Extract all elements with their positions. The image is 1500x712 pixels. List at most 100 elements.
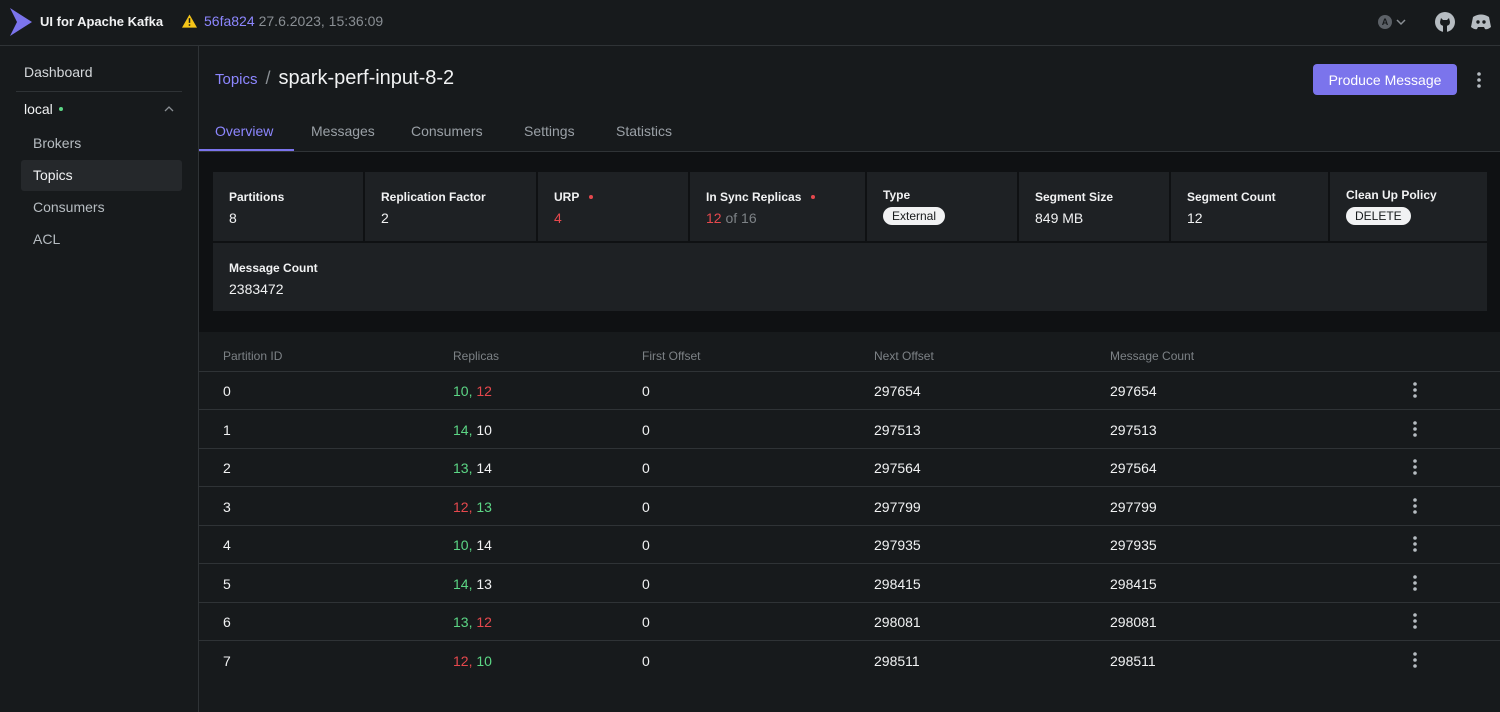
first-offset: 0 — [642, 576, 650, 592]
replica-id: 14, — [453, 422, 473, 438]
breadcrumb-topics-link[interactable]: Topics — [215, 71, 258, 88]
column-header-partition-id: Partition ID — [223, 349, 283, 363]
type-badge: External — [883, 207, 946, 225]
replica-id: 13, — [453, 614, 473, 630]
column-header-message-count: Message Count — [1110, 349, 1195, 363]
more-vertical-icon[interactable] — [1406, 457, 1424, 477]
cluster-online-dot — [58, 107, 63, 111]
isr-count: 12 — [706, 210, 722, 226]
app-title[interactable]: UI for Apache Kafka — [40, 14, 163, 29]
topic-tabs: Overview Messages Consumers Settings Sta… — [199, 110, 1500, 152]
sidebar-item-dashboard[interactable]: Dashboard — [24, 64, 93, 80]
replica-id: 14, — [453, 576, 473, 592]
discord-icon[interactable] — [1470, 11, 1492, 33]
tab-messages[interactable]: Messages — [311, 123, 375, 139]
more-vertical-icon[interactable] — [1470, 70, 1488, 90]
replicas: 13, 12 — [453, 614, 492, 630]
replica-id: 10, — [453, 383, 473, 399]
isr-total: of 16 — [721, 210, 757, 226]
more-vertical-icon[interactable] — [1406, 611, 1424, 631]
message-count: 298511 — [1110, 653, 1156, 669]
chevron-up-icon[interactable] — [164, 105, 174, 113]
table-row: 4 10, 14 0 297935 297935 — [199, 526, 1500, 564]
replica-id: 13, — [453, 460, 473, 476]
produce-message-button[interactable]: Produce Message — [1313, 64, 1457, 95]
replicas: 14, 13 — [453, 576, 492, 592]
partition-id: 0 — [223, 383, 231, 399]
sidebar-item-acl[interactable]: ACL — [21, 224, 182, 255]
stat-in-sync-replicas: In Sync Replicas 12 of 16 — [690, 172, 865, 241]
github-icon[interactable] — [1434, 11, 1456, 33]
more-vertical-icon[interactable] — [1406, 534, 1424, 554]
stat-clean-up-policy: Clean Up Policy DELETE — [1330, 172, 1487, 241]
replica-id: 14 — [476, 537, 492, 553]
top-navbar: UI for Apache Kafka 56fa824 27.6.2023, 1… — [0, 0, 1500, 46]
active-tab-indicator — [199, 149, 294, 151]
stat-urp: URP 4 — [538, 172, 688, 241]
replicas: 12, 10 — [453, 653, 492, 669]
stat-value: 849 MB — [1035, 210, 1084, 226]
message-count: 298415 — [1110, 576, 1157, 592]
sidebar-item-consumers[interactable]: Consumers — [21, 192, 182, 223]
message-count: 297513 — [1110, 422, 1157, 438]
stat-label: Partitions — [229, 190, 285, 204]
kafka-ui-logo-icon[interactable] — [8, 7, 34, 37]
stat-label: Replication Factor — [381, 190, 486, 204]
partition-id: 2 — [223, 460, 231, 476]
more-vertical-icon[interactable] — [1406, 496, 1424, 516]
tab-settings[interactable]: Settings — [524, 123, 575, 139]
table-row: 1 14, 10 0 297513 297513 — [199, 411, 1500, 449]
page-title: spark-perf-input-8-2 — [278, 67, 455, 89]
sidebar-cluster-local[interactable]: local — [24, 101, 174, 117]
tab-statistics[interactable]: Statistics — [616, 123, 672, 139]
more-vertical-icon[interactable] — [1406, 419, 1424, 439]
stat-segment-size: Segment Size 849 MB — [1019, 172, 1169, 241]
first-offset: 0 — [642, 537, 650, 553]
more-vertical-icon[interactable] — [1406, 380, 1424, 400]
replicas: 14, 10 — [453, 422, 492, 438]
message-count: 297564 — [1110, 460, 1157, 476]
tab-overview[interactable]: Overview — [215, 123, 273, 139]
table-row: 5 14, 13 0 298415 298415 — [199, 565, 1500, 603]
replica-id: 10 — [476, 422, 492, 438]
stat-label: Clean Up Policy — [1346, 188, 1437, 202]
stat-label: Type — [883, 188, 911, 202]
first-offset: 0 — [642, 460, 650, 476]
stat-partitions: Partitions 8 — [213, 172, 363, 241]
next-offset: 297513 — [874, 422, 921, 438]
partitions-table-header: Partition ID Replicas First Offset Next … — [199, 340, 1500, 372]
warning-icon — [182, 14, 197, 28]
sidebar-divider — [16, 91, 182, 92]
message-count: 297654 — [1110, 383, 1157, 399]
partition-id: 1 — [223, 422, 231, 438]
replica-id: 12, — [453, 653, 473, 669]
user-menu[interactable]: A — [1378, 15, 1406, 29]
breadcrumb: Topics / spark-perf-input-8-2 — [215, 67, 454, 90]
stat-value: 4 — [554, 210, 562, 226]
tab-consumers[interactable]: Consumers — [411, 123, 483, 139]
version-hash-link[interactable]: 56fa824 — [204, 13, 255, 29]
partition-id: 6 — [223, 614, 231, 630]
table-row: 0 10, 12 0 297654 297654 — [199, 372, 1500, 410]
sidebar-item-topics[interactable]: Topics — [21, 160, 182, 191]
alert-dot — [811, 195, 816, 199]
breadcrumb-separator: / — [265, 68, 271, 88]
version-info: 56fa824 27.6.2023, 15:36:09 — [182, 13, 383, 29]
partition-id: 5 — [223, 576, 231, 592]
first-offset: 0 — [642, 499, 650, 515]
next-offset: 298511 — [874, 653, 920, 669]
column-header-first-offset: First Offset — [642, 349, 701, 363]
column-header-next-offset: Next Offset — [874, 349, 934, 363]
more-vertical-icon[interactable] — [1406, 573, 1424, 593]
user-avatar: A — [1378, 15, 1392, 29]
replicas: 10, 12 — [453, 383, 492, 399]
next-offset: 297935 — [874, 537, 921, 553]
table-row: 7 12, 10 0 298511 298511 — [199, 642, 1500, 680]
sidebar-item-brokers[interactable]: Brokers — [21, 128, 182, 159]
topic-stats-panel: Partitions 8 Replication Factor 2 URP 4 … — [213, 172, 1487, 311]
stat-label: Segment Size — [1035, 190, 1114, 204]
more-vertical-icon[interactable] — [1406, 650, 1424, 670]
stat-value: 12 — [1187, 210, 1203, 226]
message-count: 297935 — [1110, 537, 1157, 553]
version-date: 27.6.2023, 15:36:09 — [258, 13, 384, 29]
